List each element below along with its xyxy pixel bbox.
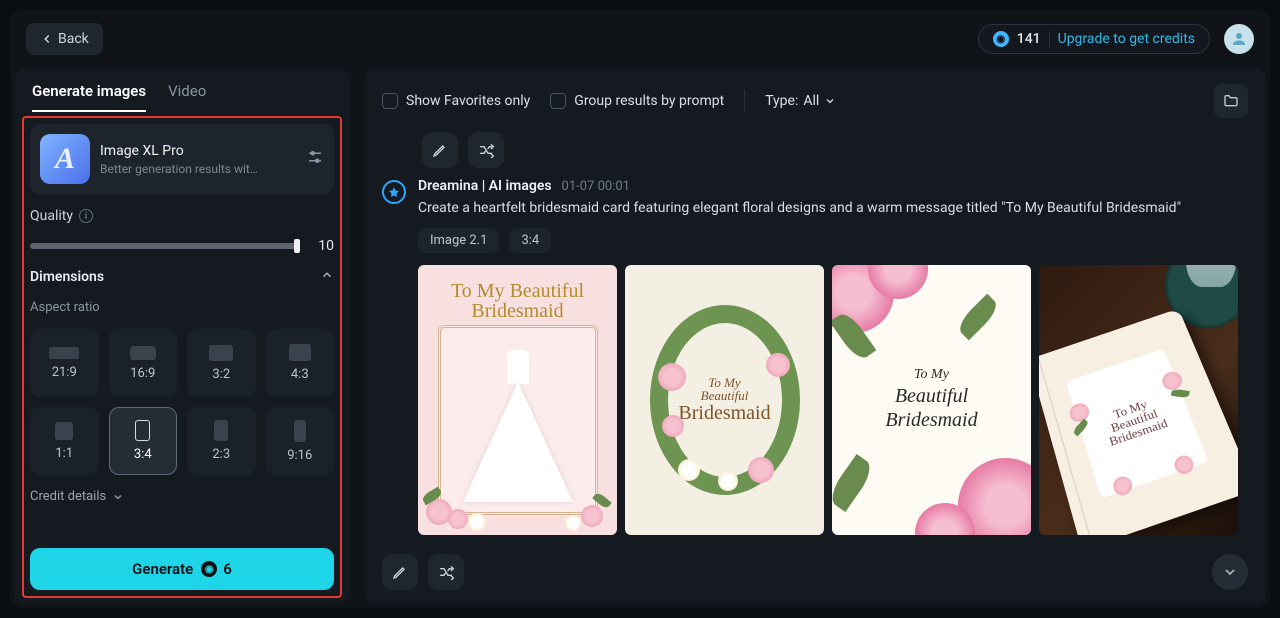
upgrade-link[interactable]: Upgrade to get credits — [1049, 31, 1195, 47]
card-text: To My — [678, 376, 770, 390]
slider-thumb-icon[interactable] — [294, 239, 300, 253]
ratio-3-4[interactable]: 3:4 — [109, 407, 178, 475]
ratio-21-9[interactable]: 21:9 — [30, 329, 99, 397]
result-image-4[interactable]: To My Beautiful Bridesmaid — [1039, 265, 1238, 535]
tab-video[interactable]: Video — [168, 82, 206, 112]
favorites-checkbox[interactable]: Show Favorites only — [382, 93, 530, 109]
card-text: Bridesmaid — [885, 408, 977, 432]
credit-details-label: Credit details — [30, 489, 106, 504]
ratio-16-9[interactable]: 16:9 — [109, 329, 178, 397]
tag-ratio[interactable]: 3:4 — [509, 228, 551, 253]
ratio-label: 2:3 — [212, 447, 230, 462]
ratio-2-3[interactable]: 2:3 — [187, 407, 256, 475]
card-text: To My — [885, 367, 977, 384]
sidebar: Generate images Video A Image XL Pro Bet… — [14, 68, 350, 604]
result-image-3[interactable]: To My Beautiful Bridesmaid — [832, 265, 1031, 535]
generation-block: Dreamina | AI images 01-07 00:01 Create … — [382, 178, 1248, 535]
info-icon[interactable]: i — [79, 209, 93, 223]
pencil-icon — [432, 142, 448, 158]
regenerate-button[interactable] — [468, 132, 504, 168]
card-text: Beautiful — [678, 389, 770, 403]
group-by-prompt-checkbox[interactable]: Group results by prompt — [550, 93, 724, 109]
divider — [744, 90, 745, 112]
card-text: Bridesmaid — [471, 300, 563, 322]
topbar: Back ◉ 141 Upgrade to get credits — [10, 10, 1270, 68]
checkbox-icon — [550, 93, 566, 109]
model-selector[interactable]: A Image XL Pro Better generation results… — [30, 124, 334, 194]
quality-value: 10 — [312, 238, 334, 254]
avatar[interactable] — [1224, 24, 1254, 54]
ratio-label: 16:9 — [130, 366, 155, 381]
model-name: Image XL Pro — [100, 143, 296, 159]
chevron-down-icon — [824, 95, 836, 107]
tag-model[interactable]: Image 2.1 — [418, 228, 499, 253]
filter-row: Show Favorites only Group results by pro… — [382, 84, 1248, 118]
ratio-label: 3:2 — [212, 367, 230, 382]
group-label: Group results by prompt — [574, 93, 724, 109]
tab-generate-images[interactable]: Generate images — [32, 82, 146, 112]
ratio-label: 1:1 — [55, 446, 73, 461]
folder-icon — [1223, 93, 1239, 109]
generation-timestamp: 01-07 00:01 — [562, 179, 630, 194]
regenerate-button-bottom[interactable] — [428, 554, 464, 590]
quality-label: Quality — [30, 208, 73, 224]
edit-button[interactable] — [422, 132, 458, 168]
credit-details-toggle[interactable]: Credit details — [30, 489, 334, 504]
chevron-up-icon — [320, 268, 334, 286]
generate-button[interactable]: Generate ◉ 6 — [30, 548, 334, 590]
quality-label-row: Quality i — [30, 208, 334, 224]
model-subtitle: Better generation results wit… — [100, 162, 296, 176]
ratio-label: 21:9 — [52, 365, 77, 380]
ratio-label: 4:3 — [291, 367, 309, 382]
shuffle-icon — [478, 142, 494, 158]
ratio-9-16[interactable]: 9:16 — [266, 407, 335, 475]
chevron-left-icon — [40, 32, 54, 46]
card-text: To My Beautiful — [451, 280, 584, 302]
folder-button[interactable] — [1214, 84, 1248, 118]
ratio-label: 9:16 — [287, 448, 312, 463]
thumbnail-row: To My Beautiful Bridesmaid — [418, 265, 1248, 535]
card-text: Beautiful — [885, 384, 977, 408]
ratio-3-2[interactable]: 3:2 — [187, 329, 256, 397]
back-button[interactable]: Back — [26, 23, 103, 55]
pencil-icon — [392, 564, 408, 580]
back-label: Back — [58, 31, 89, 47]
type-value: All — [803, 93, 819, 109]
result-image-2[interactable]: To My Beautiful Bridesmaid — [625, 265, 824, 535]
sliders-icon[interactable] — [306, 148, 324, 170]
dimensions-section-toggle[interactable]: Dimensions — [30, 268, 334, 286]
model-logo-icon: A — [40, 134, 90, 184]
coin-icon: ◉ — [201, 561, 217, 577]
quality-slider[interactable] — [30, 243, 298, 249]
expand-button[interactable] — [1212, 554, 1248, 590]
favorites-label: Show Favorites only — [406, 93, 530, 109]
credit-count: 141 — [1017, 31, 1041, 47]
card-text: Bridesmaid — [678, 403, 770, 424]
ratio-4-3[interactable]: 4:3 — [266, 329, 335, 397]
type-filter[interactable]: Type: All — [765, 93, 836, 109]
generation-prompt: Create a heartfelt bridesmaid card featu… — [418, 199, 1248, 218]
shuffle-icon — [438, 564, 454, 580]
sidebar-tabs: Generate images Video — [14, 68, 350, 112]
results-panel: Show Favorites only Group results by pro… — [364, 68, 1266, 604]
chevron-down-icon — [112, 491, 124, 503]
aspect-ratio-label: Aspect ratio — [30, 300, 334, 315]
dimensions-label: Dimensions — [30, 269, 104, 285]
result-image-1[interactable]: To My Beautiful Bridesmaid — [418, 265, 617, 535]
type-label: Type: — [765, 93, 798, 109]
coin-icon: ◉ — [993, 31, 1009, 47]
aspect-ratio-grid: 21:9 16:9 3:2 4:3 1:1 3:4 2:3 9:16 — [30, 329, 334, 475]
generate-cost: 6 — [223, 560, 232, 578]
checkbox-icon — [382, 93, 398, 109]
ratio-label: 3:4 — [134, 447, 152, 462]
credits-pill[interactable]: ◉ 141 Upgrade to get credits — [978, 24, 1210, 54]
source-badge-icon — [382, 180, 406, 204]
generation-source: Dreamina | AI images — [418, 178, 552, 194]
generate-label: Generate — [132, 560, 193, 578]
chevron-down-icon — [1222, 564, 1238, 580]
ratio-1-1[interactable]: 1:1 — [30, 407, 99, 475]
edit-button-bottom[interactable] — [382, 554, 418, 590]
